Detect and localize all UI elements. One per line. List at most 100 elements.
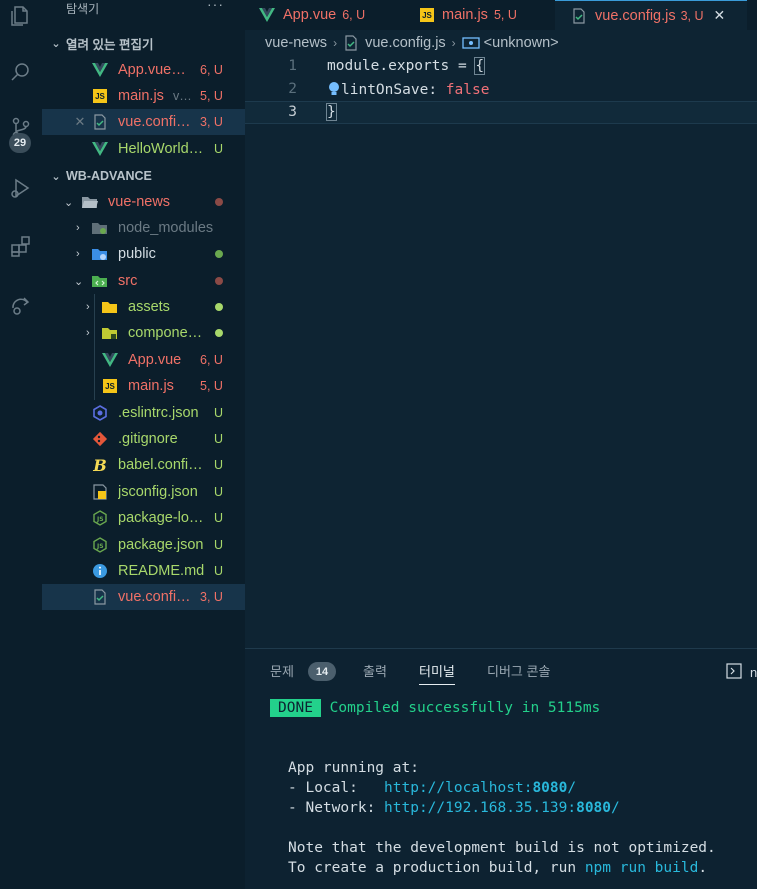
tree-file-gitignore[interactable]: .gitignore U <box>42 426 245 452</box>
workspace-header[interactable]: ⌄ WB-ADVANCE <box>42 163 245 189</box>
tree-folder-src[interactable]: ⌄ src <box>42 268 245 294</box>
chevron-down-icon: ⌄ <box>74 275 84 288</box>
tree-file-package-lock[interactable]: JS package-lo… U <box>42 505 245 531</box>
tree-item-status: 5, U <box>200 379 223 393</box>
open-editor-name: vue.confi… <box>118 114 191 130</box>
tree-folder-components[interactable]: › compone… <box>42 320 245 346</box>
tab-problems[interactable]: 문제 <box>270 661 294 680</box>
status-dot <box>215 250 223 258</box>
tree-file-main-js[interactable]: JS main.js 5, U <box>42 373 245 399</box>
tab-vue-config-js[interactable]: vue.config.js 3, U ✕ <box>555 0 747 30</box>
tab-label: App.vue <box>283 7 337 23</box>
open-editor-item[interactable]: JS main.js v… 5, U <box>42 83 245 109</box>
js-file-icon: JS <box>93 89 107 103</box>
tab-output[interactable]: 출력 <box>363 661 387 680</box>
problems-count-badge: 14 <box>308 662 336 681</box>
open-editor-item[interactable]: App.vue… 6, U <box>42 57 245 83</box>
chevron-right-icon: › <box>86 327 90 339</box>
chevron-right-icon: › <box>76 248 80 260</box>
remote-explorer-icon[interactable] <box>0 280 42 328</box>
prod-text: To create a production build, run <box>288 860 585 876</box>
tree-folder-assets[interactable]: › assets <box>42 294 245 320</box>
chevron-down-icon: ⌄ <box>64 196 74 209</box>
open-editor-item[interactable]: ✕ vue.confi… 3, U <box>42 109 245 135</box>
info-icon <box>92 563 108 579</box>
terminal-note-line: Note that the development build is not o… <box>288 840 716 856</box>
config-file-icon <box>92 589 108 605</box>
vue-file-icon <box>259 8 275 22</box>
open-editor-name: App.vue… <box>118 62 186 78</box>
open-editors-label: 열려 있는 편집기 <box>66 37 154 52</box>
workspace-label: WB-ADVANCE <box>66 169 152 183</box>
code-text: lintOnSave: false <box>327 81 489 98</box>
breadcrumb-symbol[interactable]: <unknown> <box>484 35 559 51</box>
tree-folder-node-modules[interactable]: › node_modules <box>42 215 245 241</box>
tree-file-app-vue[interactable]: App.vue 6, U <box>42 347 245 373</box>
tree-file-readme[interactable]: README.md U <box>42 558 245 584</box>
tab-terminal[interactable]: 터미널 <box>419 661 455 685</box>
search-icon[interactable] <box>0 48 42 96</box>
nodejs-file-icon: JS <box>92 510 108 526</box>
open-editor-status: 6, U <box>200 63 223 77</box>
status-dot <box>215 277 223 285</box>
local-url[interactable]: http://localhost:8080/ <box>384 780 576 796</box>
breadcrumb-file[interactable]: vue.config.js <box>365 35 446 51</box>
breadcrumb-folder[interactable]: vue-news <box>265 35 327 51</box>
tree-item-name: .gitignore <box>118 431 178 447</box>
network-url[interactable]: http://192.168.35.139:8080/ <box>384 800 620 816</box>
tree-item-name: assets <box>128 299 170 315</box>
tree-folder-public[interactable]: › public <box>42 241 245 267</box>
network-label: - Network: <box>288 800 385 816</box>
tab-app-vue[interactable]: App.vue 6, U <box>245 0 405 30</box>
local-url-host: http://localhost: <box>384 780 533 796</box>
terminal-prod-line: To create a production build, run npm ru… <box>288 860 707 876</box>
tree-item-name: App.vue <box>128 352 182 368</box>
tree-item-name: vue-news <box>108 194 171 210</box>
explorer-icon[interactable] <box>0 0 42 40</box>
tree-item-status: U <box>214 538 224 552</box>
tree-file-babel[interactable]: B babel.confi… U <box>42 452 245 478</box>
lightbulb-icon[interactable] <box>327 81 341 98</box>
tab-debug-console[interactable]: 디버그 콘솔 <box>487 661 550 680</box>
compiled-message: Compiled successfully in 5115ms <box>329 700 601 716</box>
tree-item-name: package-lo… <box>118 510 204 526</box>
terminal-compiled-line: DONE Compiled successfully in 5115ms <box>270 699 601 717</box>
extensions-icon[interactable] <box>0 222 42 270</box>
code-line[interactable]: 2 lintOnSave: false <box>245 79 757 102</box>
folder-open-icon <box>82 194 98 210</box>
open-editor-name: HelloWorld… <box>118 141 204 157</box>
tab-main-js[interactable]: JS main.js 5, U <box>405 0 555 30</box>
local-url-port: 8080 <box>532 780 568 796</box>
assets-folder-icon <box>102 299 118 315</box>
chevron-right-icon: › <box>451 36 456 50</box>
code-line[interactable]: 3 } <box>245 101 757 124</box>
symbol-variable-icon <box>462 37 480 49</box>
run-debug-icon[interactable] <box>0 164 42 212</box>
tab-status: 3, U <box>680 8 704 23</box>
chevron-right-icon: › <box>333 36 338 50</box>
code-brace-open: { <box>474 57 486 75</box>
tree-file-eslintrc[interactable]: .eslintrc.json U <box>42 400 245 426</box>
tree-item-status: U <box>214 511 224 525</box>
code-line[interactable]: 1 module.exports = { <box>245 56 757 79</box>
open-editors-header[interactable]: ⌄ 열려 있는 편집기 <box>42 30 245 56</box>
tree-folder-vue-news[interactable]: ⌄ vue-news <box>42 189 245 215</box>
terminal-selector[interactable]: n <box>726 663 757 682</box>
tree-file-package-json[interactable]: JS package.json U <box>42 532 245 558</box>
close-icon[interactable]: ✕ <box>72 114 88 130</box>
bottom-panel: 문제 14 출력 터미널 디버그 콘솔 n DONE Compiled succ… <box>245 648 757 889</box>
open-editor-item[interactable]: HelloWorld… U <box>42 136 245 162</box>
chevron-right-icon: › <box>86 301 90 313</box>
config-file-icon <box>92 114 108 130</box>
code-value: false <box>445 82 490 98</box>
more-actions-icon[interactable]: ··· <box>207 0 224 12</box>
git-file-icon <box>92 431 108 447</box>
tree-file-jsconfig[interactable]: jsconfig.json U <box>42 479 245 505</box>
nodejs-file-icon: JS <box>92 537 108 553</box>
prod-command: npm run build <box>584 860 699 876</box>
tree-item-status: U <box>214 485 224 499</box>
terminal-local-line: - Local: http://localhost:8080/ <box>288 780 576 796</box>
js-file-icon: JS <box>420 8 434 22</box>
close-icon[interactable]: ✕ <box>714 7 726 24</box>
tree-file-vue-config[interactable]: vue.confi… 3, U <box>42 584 245 610</box>
